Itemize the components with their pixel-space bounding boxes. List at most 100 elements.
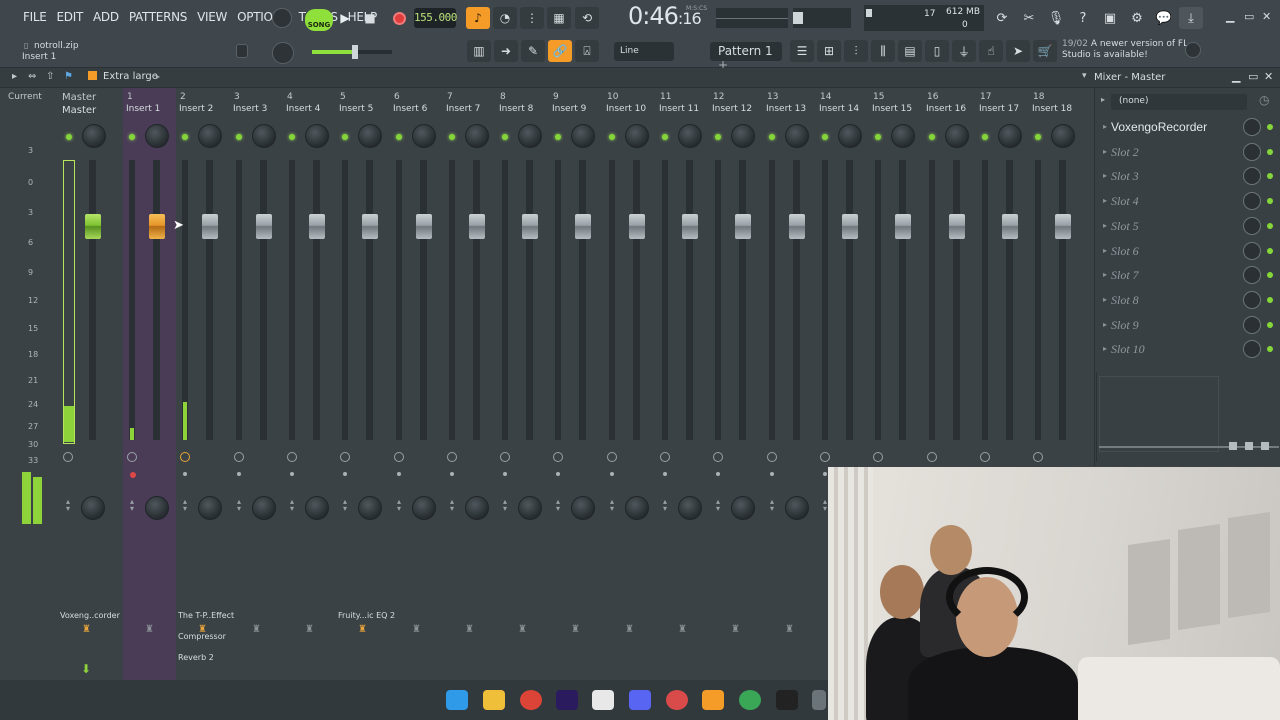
slot-enable-led[interactable] [1267,148,1273,155]
insert-fader-track[interactable] [953,160,960,440]
insert-record-dot[interactable] [610,472,614,476]
slot-name[interactable]: VoxengoRecorder [1111,120,1207,134]
mixer-close-icon[interactable]: ✕ [1264,70,1273,83]
slot-mix-knob[interactable] [1243,192,1261,211]
insert-pan-knob[interactable] [412,124,436,148]
loop-record-button[interactable]: ⟲ [575,7,599,29]
insert-name[interactable]: Insert 4 [286,104,320,114]
countdown-button[interactable]: ⋮ [520,7,544,29]
collapse-arrow-icon[interactable]: ▸ [156,72,160,81]
insert-pan-knob[interactable] [785,124,809,148]
insert-name[interactable]: Insert 9 [552,104,586,114]
insert-volume-fader[interactable] [362,214,378,239]
microphone-button[interactable]: 🎙 [1044,7,1068,29]
slot-mix-knob[interactable] [1243,167,1261,186]
insert-volume-fader[interactable] [575,214,591,239]
insert-route-icon[interactable] [927,452,937,462]
slot-enable-led[interactable] [1267,346,1273,353]
insert-stereo-knob[interactable] [625,496,649,520]
slot-mix-knob[interactable] [1243,290,1261,309]
insert-stereo-arrows-icon[interactable]: ▴▾ [713,498,723,513]
insert-fader-track[interactable] [420,160,427,440]
insert-name[interactable]: Insert 1 [126,104,160,114]
help-button[interactable]: ? [1071,7,1095,29]
insert-record-dot[interactable] [343,472,347,476]
insert-stereo-knob[interactable] [731,496,755,520]
insert-lock-icon[interactable]: ♜ [305,624,314,636]
insert-fader-track[interactable] [686,160,693,440]
insert-volume-fader[interactable] [1002,214,1018,239]
snap-selector[interactable]: Line [614,42,674,61]
flag-icon[interactable]: ⚑ [64,71,73,82]
fx-label-master[interactable]: Voxeng..corder [60,611,120,620]
insert-stereo-knob[interactable] [518,496,542,520]
insert-fader-track[interactable] [153,160,160,440]
file-explorer-icon[interactable] [483,690,505,710]
play-button[interactable]: ▶ [335,8,355,28]
slot-mix-knob[interactable] [1243,241,1261,260]
insert-fader-track[interactable] [1059,160,1066,440]
mixer-strip-insert-10[interactable]: 10 Insert 10 ▴ ▾ ♜ [603,88,656,680]
insert-name[interactable]: Insert 10 [606,104,646,114]
insert-stereo-knob[interactable] [305,496,329,520]
browser-button[interactable]: ▤ [898,40,922,62]
fx-slot-4[interactable]: ▸ Slot 4 [1095,190,1280,214]
metronome-button[interactable]: ♪ [466,7,490,29]
master-pan-knob[interactable] [82,124,106,148]
arrow-right-icon[interactable]: ▸ [12,71,17,82]
insert-fader-track[interactable] [846,160,853,440]
minimize-icon[interactable]: ▁ [1226,10,1234,23]
mixer-strip-insert-6[interactable]: 6 Insert 6 ▴ ▾ ♜ [390,88,443,680]
wait-for-input-button[interactable]: ◔ [493,7,517,29]
typing-keyboard-button[interactable]: ⍓ [575,40,599,62]
insert-lock-icon[interactable]: ♜ [678,624,687,636]
hint-lock-icon[interactable] [236,44,248,58]
slot-name[interactable]: Slot 4 [1111,194,1139,209]
slot-name[interactable]: Slot 8 [1111,293,1139,308]
insert-record-dot[interactable] [183,472,187,476]
insert-name[interactable]: Insert 7 [446,104,480,114]
fx-label-insert2-a[interactable]: The T-P..Effect [178,611,234,620]
insert-record-dot[interactable] [130,472,136,478]
insert-fader-track[interactable] [206,160,213,440]
slot-name[interactable]: Slot 6 [1111,244,1139,259]
mixer-strip-insert-8[interactable]: 8 Insert 8 ▴ ▾ ♜ [496,88,549,680]
step-edit-button[interactable]: ▦ [547,7,571,29]
insert-name[interactable]: Insert 5 [339,104,373,114]
slot-arrow-icon[interactable]: ▸ [1103,320,1107,329]
slot-enable-led[interactable] [1267,296,1273,303]
insert-volume-fader[interactable] [469,214,485,239]
insert-fader-track[interactable] [473,160,480,440]
insert-volume-fader[interactable] [256,214,272,239]
slot-name[interactable]: Slot 2 [1111,145,1139,160]
menu-view[interactable]: VIEW [192,9,232,25]
insert-stereo-arrows-icon[interactable]: ▴▾ [553,498,563,513]
insert-pan-knob[interactable] [358,124,382,148]
insert-stereo-knob[interactable] [145,496,169,520]
insert-name[interactable]: Insert 18 [1032,104,1072,114]
pattern-view-button[interactable]: ⫼ [871,40,895,62]
insert-volume-fader[interactable] [202,214,218,239]
preset-selector[interactable]: (none) [1111,94,1247,110]
slot-mix-knob[interactable] [1243,142,1261,161]
chrome-alt-icon[interactable] [739,690,761,710]
settings-icon[interactable] [812,690,826,710]
fx-slot-2[interactable]: ▸ Slot 2 [1095,141,1280,165]
menu-add[interactable]: ADD [88,9,124,25]
insert-enable-led[interactable] [555,134,561,140]
fx-slot-7[interactable]: ▸ Slot 7 [1095,264,1280,288]
insert-name[interactable]: Insert 15 [872,104,912,114]
insert-name[interactable]: Insert 12 [712,104,752,114]
slot-enable-led[interactable] [1267,247,1273,254]
send-button[interactable]: ➤ [1006,40,1030,62]
insert-volume-fader[interactable] [682,214,698,239]
insert-pan-knob[interactable] [198,124,222,148]
insert-stereo-arrows-icon[interactable]: ▴▾ [607,498,617,513]
slot-arrow-icon[interactable]: ▸ [1103,221,1107,230]
scroll-arrows-icon[interactable]: ⇔ [28,71,36,82]
insert-name[interactable]: Insert 2 [179,104,213,114]
insert-volume-fader[interactable] [629,214,645,239]
mixer-maximize-icon[interactable]: ▭ [1248,70,1258,83]
slot-name[interactable]: Slot 3 [1111,169,1139,184]
master-volume-slider[interactable] [793,8,851,28]
